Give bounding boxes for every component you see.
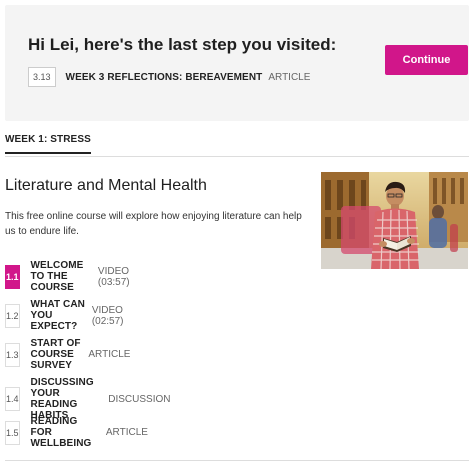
man-reading-book-icon [321,172,468,269]
last-step-type: ARTICLE [268,71,311,83]
step-item-1-4[interactable]: 1.4 DISCUSSING YOUR READING HABITS DISCU… [5,377,170,421]
step-type: VIDEO (02:57) [91,304,124,327]
step-number-badge: 1.2 [5,303,20,328]
tab-week-1[interactable]: WEEK 1: STRESS [5,134,91,154]
step-type: VIDEO (03:57) [97,265,130,288]
step-title[interactable]: DISCUSSING YOUR READING HABITS [31,377,104,421]
tab-divider [5,156,469,157]
continue-button[interactable]: Continue [385,45,468,75]
step-title[interactable]: WELCOME TO THE COURSE [31,260,93,293]
bottom-divider [5,460,469,461]
step-type: DISCUSSION [108,393,171,405]
step-number-badge: 1.1 [5,264,20,289]
last-visited-step[interactable]: 3.13 WEEK 3 REFLECTIONS: BEREAVEMENT ART… [28,67,310,87]
step-type: ARTICLE [105,427,148,438]
last-step-title[interactable]: WEEK 3 REFLECTIONS: BEREAVEMENT [66,72,263,83]
step-type: ARTICLE [88,349,131,360]
step-item-1-5[interactable]: 1.5 READING FOR WELLBEING ARTICLE [5,416,148,449]
resume-greeting: Hi Lei, here's the last step you visited… [28,35,337,54]
step-item-1-1[interactable]: 1.1 WELCOME TO THE COURSE VIDEO (03:57) [5,260,130,293]
step-item-1-3[interactable]: 1.3 START OF COURSE SURVEY ARTICLE [5,338,130,371]
step-item-1-2[interactable]: 1.2 WHAT CAN YOU EXPECT? VIDEO (02:57) [5,299,124,332]
course-description: This free online course will explore how… [5,211,302,237]
step-title[interactable]: WHAT CAN YOU EXPECT? [31,299,87,332]
course-title: Literature and Mental Health [5,177,207,194]
step-number-badge: 1.4 [5,387,20,411]
step-title[interactable]: START OF COURSE SURVEY [31,338,84,371]
resume-panel: Hi Lei, here's the last step you visited… [5,5,469,121]
step-title[interactable]: READING FOR WELLBEING [31,416,101,449]
step-number-badge: 1.3 [5,342,20,367]
last-step-number: 3.13 [28,67,56,87]
step-number-badge: 1.5 [5,420,20,445]
